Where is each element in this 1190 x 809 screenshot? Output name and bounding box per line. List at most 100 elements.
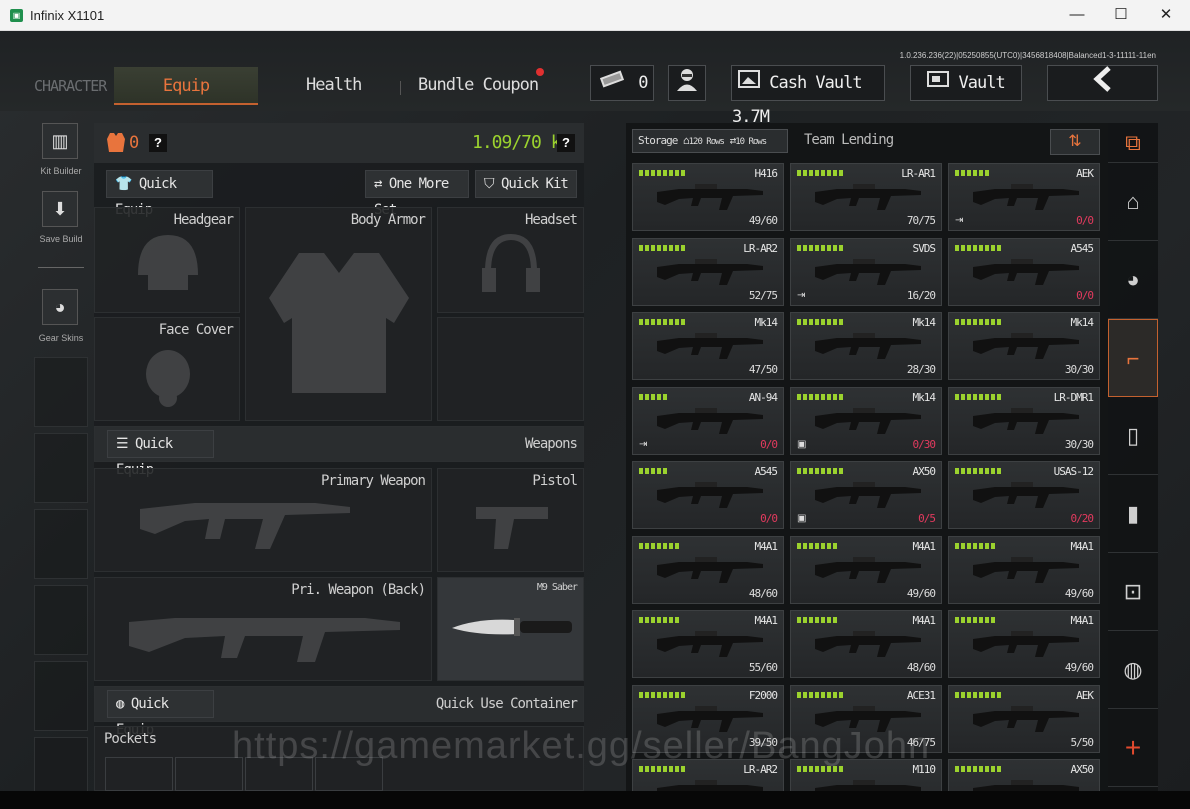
team-lending-tab[interactable]: Team Lending: [804, 132, 894, 148]
face-cover-slot[interactable]: Face Cover: [94, 317, 240, 421]
weapon-card[interactable]: AEK 0/0 ⇥: [948, 163, 1100, 231]
sidebar-slot[interactable]: [34, 737, 88, 791]
weapon-card[interactable]: LR-DMR1 30/30: [948, 386, 1100, 455]
minimize-button[interactable]: —: [1063, 4, 1091, 26]
extra-gear-slot[interactable]: [437, 317, 584, 421]
pistol-slot[interactable]: Pistol: [437, 468, 584, 572]
weapon-card[interactable]: AEK 5/50: [948, 684, 1100, 753]
sidebar-slot[interactable]: [34, 661, 88, 731]
category-grenade-tab[interactable]: ◍: [1108, 631, 1158, 709]
help-button[interactable]: ?: [149, 134, 167, 152]
weapon-card[interactable]: AX50: [948, 759, 1100, 791]
helmet-icon: ◕: [1126, 267, 1140, 292]
ammo-count: 49/60: [748, 214, 778, 227]
category-ammo-tab[interactable]: ▮: [1108, 475, 1158, 553]
add-category-button[interactable]: +: [1108, 709, 1158, 787]
primary-weapon-back-slot[interactable]: Pri. Weapon (Back): [94, 577, 432, 681]
tab-health[interactable]: Health: [306, 75, 362, 95]
status-badge: ⇥: [955, 215, 964, 226]
ammo-count: 49/60: [1064, 586, 1094, 600]
tab-equip[interactable]: Equip: [114, 67, 258, 105]
sort-button[interactable]: ⇅: [1050, 129, 1100, 155]
weapon-card[interactable]: Mk14 0/30 ▣: [790, 386, 942, 455]
ammo-count: 5/50: [1070, 735, 1094, 749]
primary-weapon-label: Primary Weapon: [320, 473, 426, 489]
weapon-card[interactable]: AN-94 0/0 ⇥: [632, 386, 784, 455]
durability-bars: [955, 319, 1001, 325]
melee-slot[interactable]: M9 Saber: [437, 577, 584, 681]
one-more-set-button[interactable]: ⇄ One More Set: [365, 170, 469, 218]
window-titlebar: ▣ Infinix X1101 — ☐ ✕: [0, 0, 1190, 31]
durability-bars: [639, 542, 679, 549]
ammo-count: 0/5: [918, 512, 936, 525]
operator-button[interactable]: [668, 65, 706, 101]
sidebar-slot[interactable]: [34, 433, 88, 503]
save-build-button[interactable]: ⬇: [42, 191, 78, 227]
kit-builder-button[interactable]: ▥: [42, 123, 78, 159]
quick-equip-container-button[interactable]: ◍ Quick Equip: [107, 690, 214, 738]
weight-help-button[interactable]: ?: [557, 134, 575, 152]
ammo-count: 0/0: [760, 437, 778, 451]
gas-mask-silhouette-icon: [146, 350, 190, 407]
weapon-card[interactable]: Mk14 30/30: [948, 312, 1100, 380]
category-weapons-tab[interactable]: ⌐: [1108, 319, 1158, 397]
weapon-card[interactable]: Mk14 47/50: [632, 312, 784, 380]
category-magazine-tab[interactable]: ▯: [1108, 397, 1158, 475]
headset-slot[interactable]: Headset: [437, 207, 584, 313]
rifle-icon: [657, 631, 763, 657]
back-button[interactable]: [1047, 65, 1158, 101]
category-home-tab[interactable]: ⌂: [1108, 163, 1158, 241]
tab-character[interactable]: CHARACTER: [34, 77, 107, 95]
weapon-card[interactable]: LR-AR2 52/75: [632, 237, 784, 306]
currency-button[interactable]: 0: [590, 65, 654, 101]
body-armor-slot[interactable]: Body Armor: [245, 207, 432, 421]
quick-equip-weapons-button[interactable]: ☰ Quick Equip: [107, 430, 214, 478]
save-build-label: Save Build: [39, 234, 83, 244]
weapon-card[interactable]: LR-AR1 70/75: [790, 163, 942, 231]
storage-tab[interactable]: Storage ⌂120 Rows ⇄10 Rows: [632, 129, 788, 153]
weapon-card[interactable]: M4A1 49/60: [790, 535, 942, 604]
rifle-icon: [973, 333, 1079, 359]
primary-weapon-slot[interactable]: Primary Weapon: [94, 468, 432, 572]
weapon-card[interactable]: M4A1 49/60: [948, 535, 1100, 604]
durability-bars: [955, 244, 1001, 251]
sidebar-slot[interactable]: [34, 585, 88, 655]
quick-equip-gear-button[interactable]: 👕 Quick Equip: [106, 170, 213, 218]
weapon-card[interactable]: A545 0/0: [948, 237, 1100, 306]
vault-button[interactable]: Vault: [910, 65, 1022, 101]
image-icon: [738, 66, 760, 100]
gear-skins-button[interactable]: ◕: [42, 289, 78, 325]
sidebar-slot[interactable]: [34, 357, 88, 427]
category-all-tab[interactable]: ⧉: [1108, 123, 1158, 163]
category-helmet-tab[interactable]: ◕: [1108, 241, 1158, 319]
headgear-slot[interactable]: Headgear: [94, 207, 240, 313]
weapon-card[interactable]: Mk14 28/30: [790, 312, 942, 380]
weapon-card[interactable]: A545 0/0: [632, 461, 784, 529]
rifle-icon: [657, 333, 763, 359]
weapon-card[interactable]: SVDS 16/20 ⇥: [790, 237, 942, 306]
pockets-label: Pockets: [104, 731, 157, 747]
weapon-card[interactable]: H416 49/60: [632, 163, 784, 231]
weapon-card[interactable]: M4A1 48/60: [632, 535, 784, 604]
durability-bars: [797, 393, 843, 400]
operator-icon: [674, 66, 700, 104]
sidebar-slot[interactable]: [34, 509, 88, 579]
weapons-label: Weapons: [524, 436, 578, 452]
shield-icon: ⛉: [484, 176, 494, 192]
weapon-card[interactable]: AX50 0/5 ▣: [790, 461, 942, 529]
weapon-card[interactable]: USAS-12 0/20: [948, 461, 1100, 529]
maximize-button[interactable]: ☐: [1107, 4, 1135, 26]
weapon-card[interactable]: M4A1 49/60: [948, 610, 1100, 678]
durability-bars: [639, 393, 667, 400]
cash-vault-button[interactable]: Cash Vault 3.7M: [731, 65, 885, 127]
category-attachment-tab[interactable]: ⊡: [1108, 553, 1158, 631]
bullet-icon: ▮: [1126, 501, 1140, 526]
tab-bundle-coupon[interactable]: Bundle Coupon: [418, 75, 539, 95]
close-button[interactable]: ✕: [1152, 4, 1180, 26]
weapon-card[interactable]: M4A1 48/60: [790, 610, 942, 678]
ammo-count: 70/75: [906, 214, 936, 227]
app-icon: ▣: [10, 9, 23, 22]
quick-kit-button[interactable]: ⛉ Quick Kit: [475, 170, 577, 198]
pocket-slot[interactable]: [105, 757, 173, 791]
weapon-card[interactable]: M4A1 55/60: [632, 610, 784, 678]
